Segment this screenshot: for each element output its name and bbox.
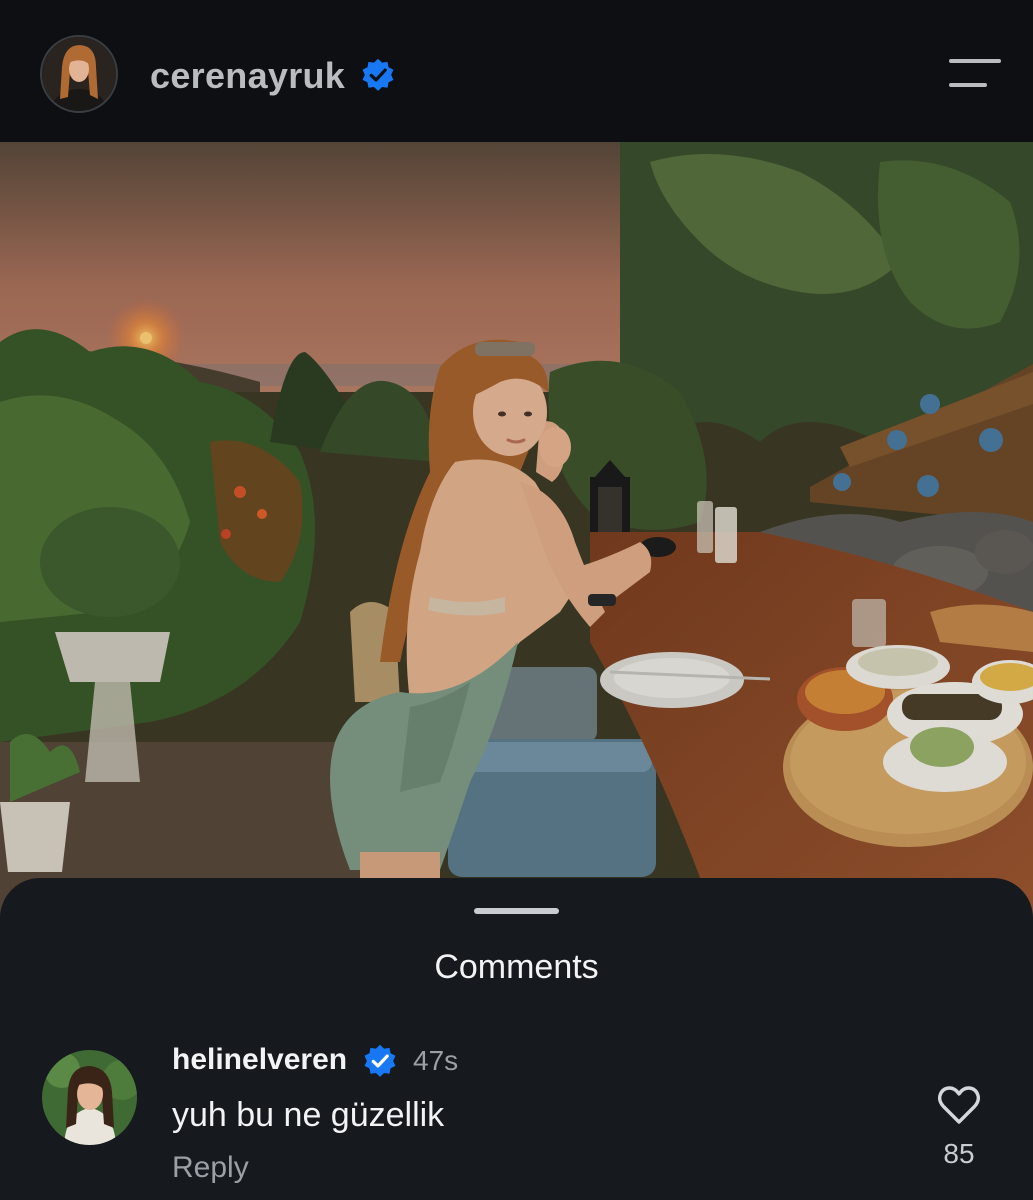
post-photo[interactable]	[0, 142, 1033, 932]
reply-button[interactable]: Reply	[172, 1151, 249, 1185]
verified-badge-icon	[364, 1044, 396, 1077]
post-comments-screen: cerenayruk Comments helinelveren 47s yuh…	[0, 0, 1033, 1200]
like-count: 85	[943, 1138, 975, 1169]
verified-badge-icon	[362, 58, 394, 91]
comment-timestamp: 47s	[413, 1045, 459, 1076]
sheet-drag-handle[interactable]	[474, 908, 559, 914]
profile-username[interactable]: cerenayruk	[150, 55, 345, 97]
comments-title: Comments	[434, 948, 599, 986]
comments-sheet: Comments helinelveren 47s yuh bu ne güze…	[0, 878, 1033, 1200]
post-header: cerenayruk	[0, 0, 1033, 142]
commenter-username[interactable]: helinelveren	[172, 1043, 347, 1077]
profile-avatar[interactable]	[40, 35, 118, 113]
hamburger-menu-icon[interactable]	[945, 56, 1003, 92]
comment-text: yuh bu ne güzellik	[172, 1096, 445, 1134]
commenter-avatar[interactable]	[42, 1050, 137, 1145]
heart-icon[interactable]	[937, 1085, 981, 1125]
